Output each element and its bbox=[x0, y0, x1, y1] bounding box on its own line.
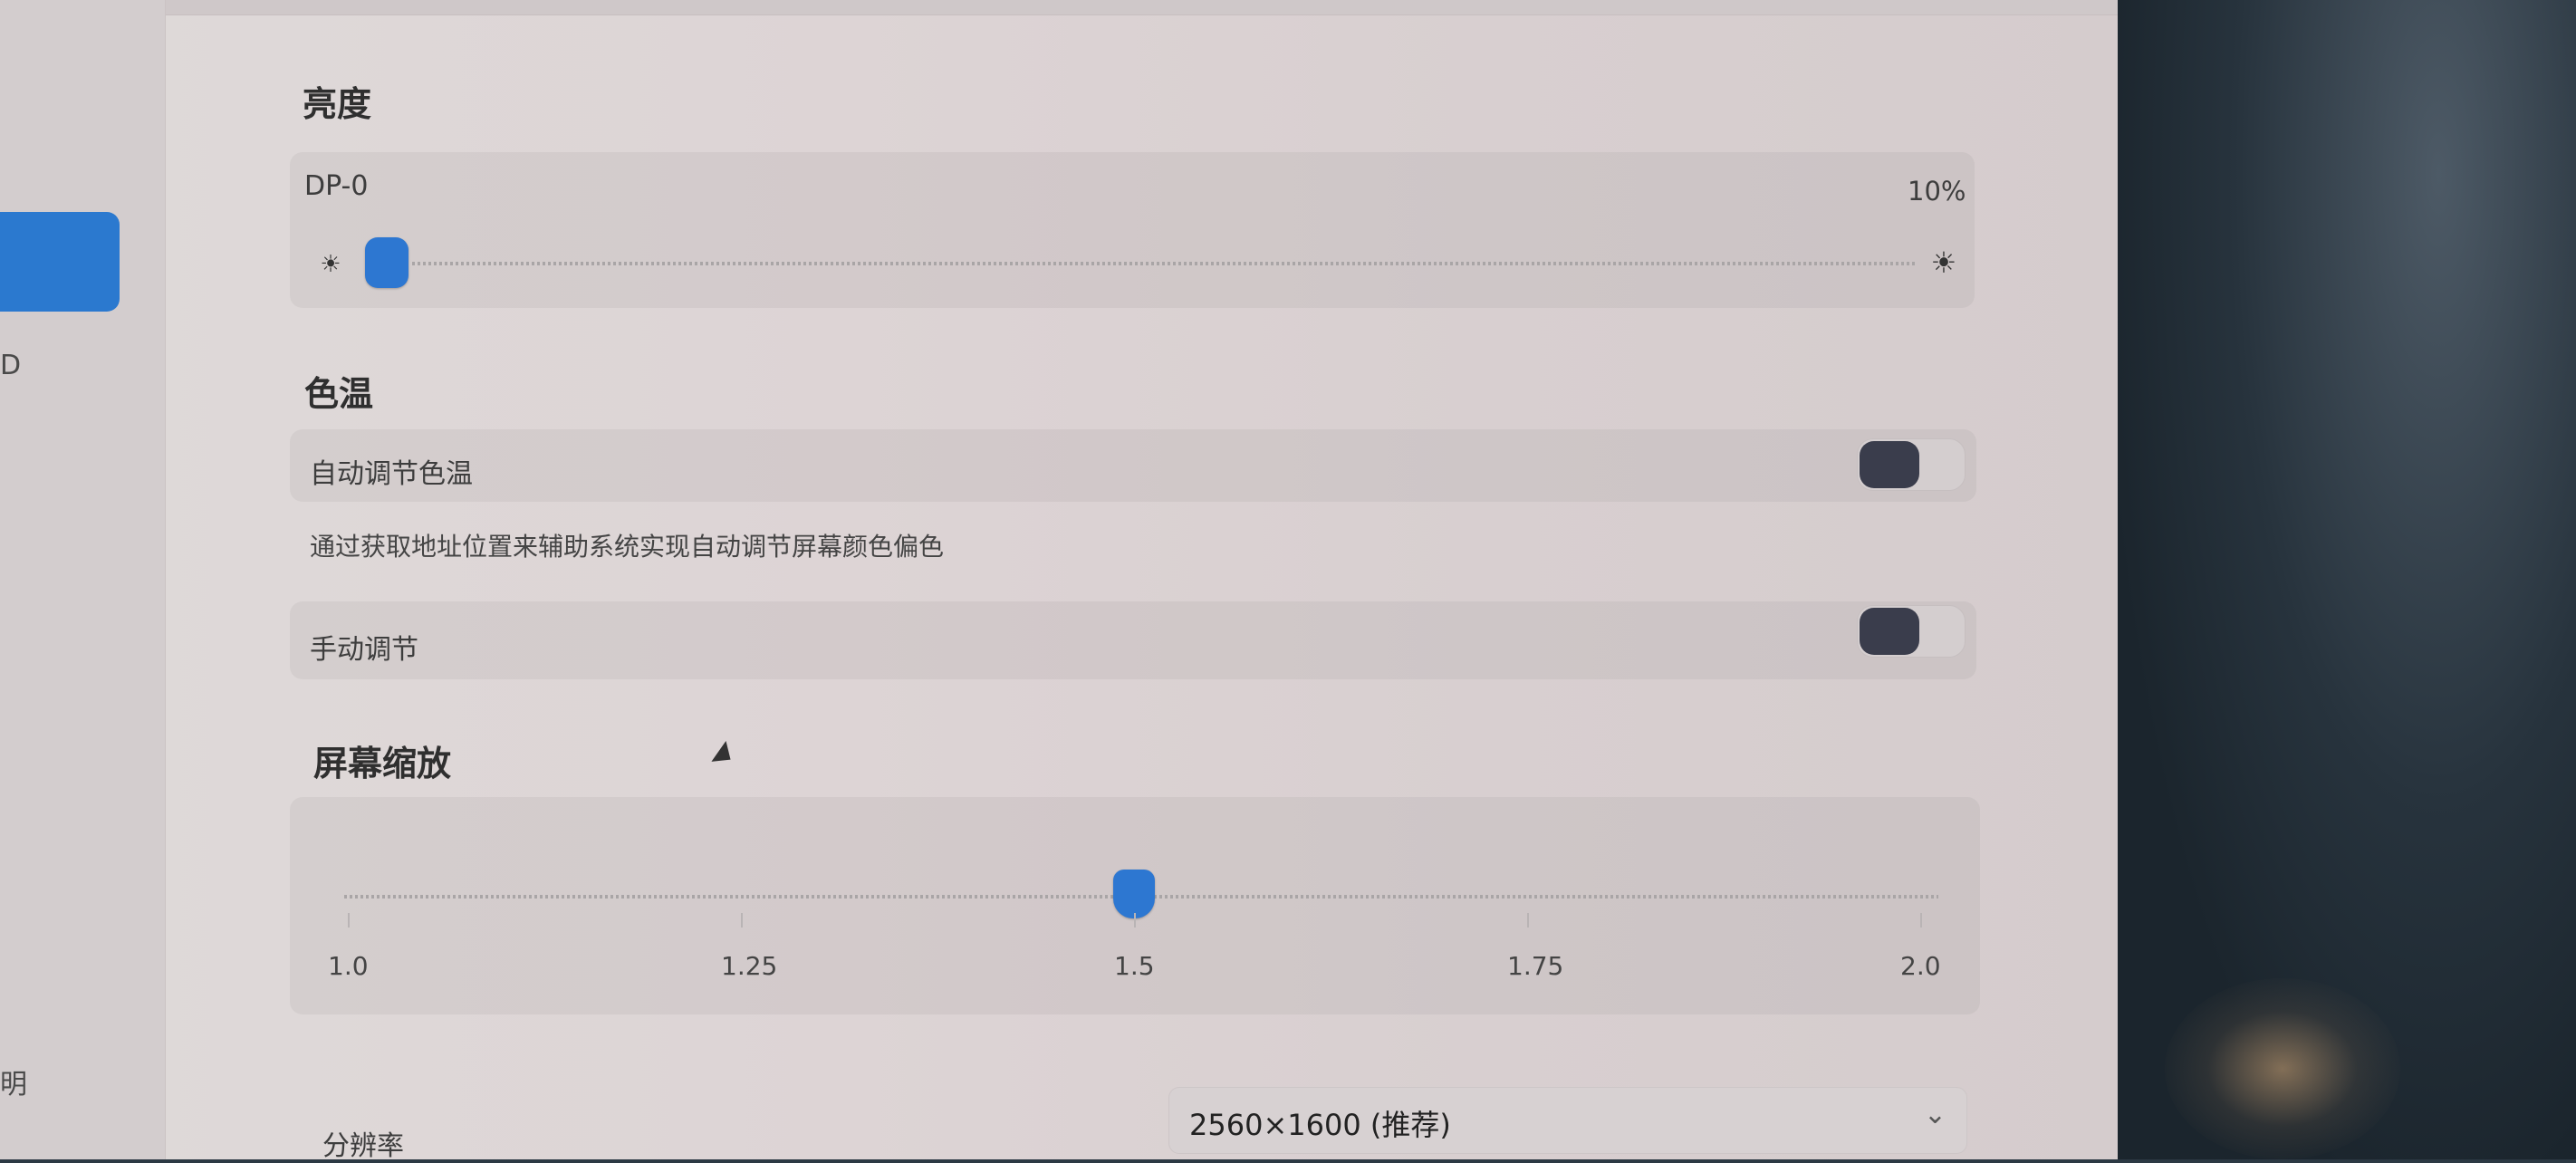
brightness-title: 亮度 bbox=[303, 84, 372, 124]
resolution-label: 分辨率 bbox=[322, 1130, 404, 1162]
scaling-slider-handle[interactable] bbox=[1113, 870, 1155, 918]
display-settings-window: D 明 亮度 DP-0 10% ☀ ☀ 色温 自动调节色温 通过获取地址位置来辅… bbox=[0, 0, 2118, 1162]
scaling-tick-label: 1.0 bbox=[328, 951, 369, 981]
brightness-low-icon: ☀ bbox=[320, 251, 341, 278]
auto-color-temp-row bbox=[290, 429, 1976, 502]
scaling-tick bbox=[348, 913, 350, 928]
desktop-light bbox=[2165, 978, 2400, 1159]
auto-color-temp-description: 通过获取地址位置来辅助系统实现自动调节屏幕颜色偏色 bbox=[310, 532, 945, 562]
scaling-tick bbox=[1134, 913, 1136, 928]
sidebar-item-label[interactable]: 明 bbox=[0, 1062, 27, 1101]
resolution-select[interactable]: 2560×1600 (推荐) ⌄ bbox=[1168, 1087, 1967, 1154]
scaling-tick-label: 1.25 bbox=[721, 951, 778, 981]
sidebar-item-label[interactable]: D bbox=[0, 350, 21, 381]
window-top-edge bbox=[0, 0, 2118, 15]
brightness-high-icon: ☀ bbox=[1930, 245, 1957, 280]
manual-color-temp-row bbox=[290, 601, 1976, 679]
scaling-tick bbox=[1920, 913, 1922, 928]
desktop-background bbox=[2118, 0, 2576, 1159]
sidebar-item-display[interactable] bbox=[0, 212, 120, 312]
scaling-tick-label: 2.0 bbox=[1900, 951, 1941, 981]
auto-color-temp-label: 自动调节色温 bbox=[310, 458, 473, 490]
brightness-slider-handle[interactable] bbox=[365, 237, 409, 288]
brightness-panel bbox=[290, 152, 1975, 308]
toggle-knob bbox=[1860, 441, 1919, 488]
scaling-tick bbox=[741, 913, 743, 928]
auto-color-temp-toggle[interactable] bbox=[1857, 438, 1966, 491]
scaling-tick-label: 1.5 bbox=[1114, 951, 1155, 981]
display-name: DP-0 bbox=[304, 170, 369, 202]
mouse-cursor bbox=[711, 740, 738, 771]
scaling-tick-label: 1.75 bbox=[1507, 951, 1564, 981]
brightness-value: 10% bbox=[1908, 176, 1966, 207]
manual-color-temp-label: 手动调节 bbox=[310, 634, 418, 666]
scaling-title: 屏幕缩放 bbox=[313, 744, 452, 783]
scaling-tick bbox=[1527, 913, 1529, 928]
resolution-value: 2560×1600 (推荐) bbox=[1189, 1108, 1451, 1142]
toggle-knob bbox=[1860, 608, 1919, 655]
manual-color-temp-toggle[interactable] bbox=[1857, 605, 1966, 658]
brightness-slider-track[interactable] bbox=[412, 262, 1916, 265]
chevron-down-icon: ⌄ bbox=[1923, 1099, 1946, 1130]
sidebar: D 明 bbox=[0, 0, 166, 1159]
color-temp-title: 色温 bbox=[304, 374, 374, 414]
